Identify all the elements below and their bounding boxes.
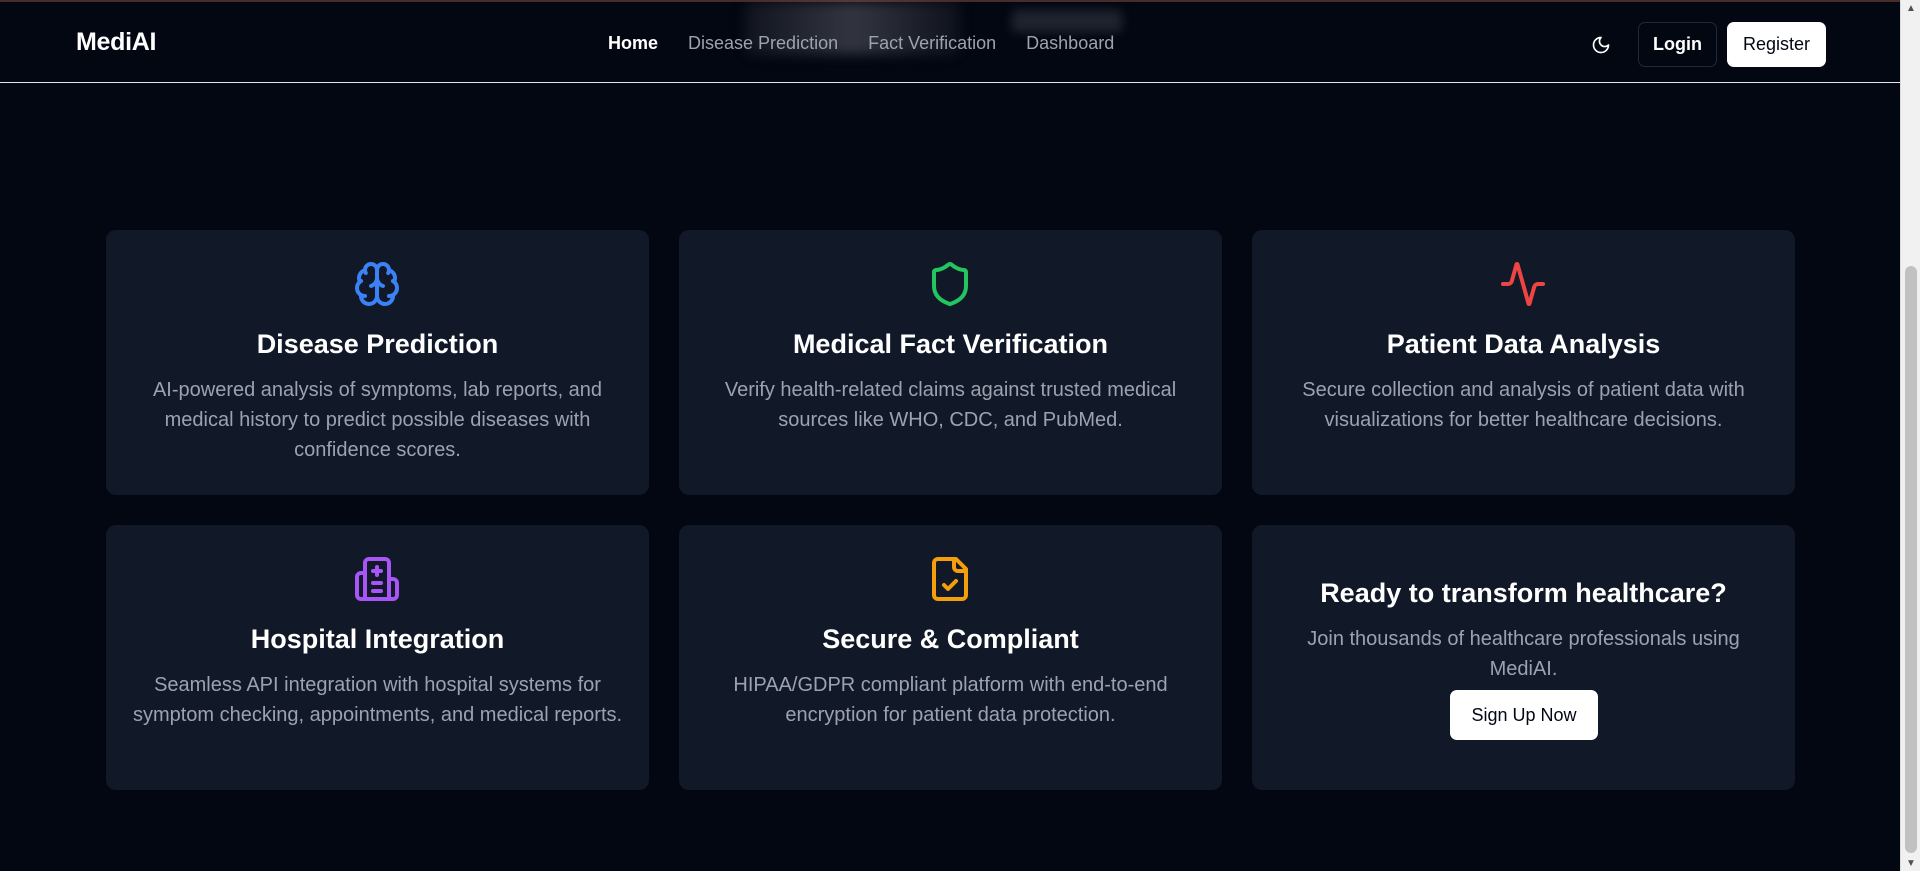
cta-description: Join thousands of healthcare professiona… bbox=[1307, 628, 1740, 680]
card-title: Disease Prediction bbox=[256, 329, 499, 359]
card-description: Seamless API integration with hospital s… bbox=[132, 674, 623, 726]
card-description: Verify health-related claims against tru… bbox=[724, 379, 1177, 431]
hospital-icon bbox=[355, 557, 399, 601]
moon-icon bbox=[1592, 36, 1610, 54]
sign-up-button[interactable]: Sign Up Now bbox=[1450, 690, 1598, 740]
cta-title: Ready to transform healthcare? bbox=[1320, 578, 1727, 608]
card-description: HIPAA/GDPR compliant platform with end-t… bbox=[733, 674, 1168, 726]
brain-icon bbox=[355, 262, 399, 306]
nav-disease-prediction[interactable]: Disease Prediction bbox=[688, 33, 838, 54]
shield-icon bbox=[932, 262, 968, 307]
login-button[interactable]: Login bbox=[1638, 22, 1717, 67]
feature-card-patient-data-analysis: Patient Data Analysis Secure collection … bbox=[1252, 230, 1795, 495]
feature-card-hospital-integration: Hospital Integration Seamless API integr… bbox=[106, 525, 649, 790]
register-button[interactable]: Register bbox=[1727, 22, 1826, 67]
brand-logo[interactable]: MediAI bbox=[76, 28, 156, 57]
blurred-overlay-secondary bbox=[1012, 10, 1122, 32]
theme-toggle-button[interactable] bbox=[1586, 30, 1616, 60]
card-title: Patient Data Analysis bbox=[1386, 329, 1661, 359]
card-title: Secure & Compliant bbox=[822, 624, 1079, 654]
nav-home[interactable]: Home bbox=[608, 33, 658, 54]
card-description: Secure collection and analysis of patien… bbox=[1302, 379, 1745, 431]
cta-card: Ready to transform healthcare? Join thou… bbox=[1252, 525, 1795, 790]
page: MediAI Home Disease Prediction Fact Veri… bbox=[0, 0, 1920, 871]
file-check-icon bbox=[932, 557, 968, 601]
page-scrollbar[interactable]: ▲ ▼ bbox=[1900, 0, 1920, 871]
feature-card-fact-verification: Medical Fact Verification Verify health-… bbox=[679, 230, 1222, 495]
scroll-down-arrow-icon[interactable]: ▼ bbox=[1901, 855, 1920, 871]
card-title: Hospital Integration bbox=[250, 624, 505, 654]
activity-icon bbox=[1501, 262, 1545, 306]
feature-card-secure-compliant: Secure & Compliant HIPAA/GDPR compliant … bbox=[679, 525, 1222, 790]
main-nav: Home Disease Prediction Fact Verificatio… bbox=[608, 33, 1114, 54]
nav-dashboard[interactable]: Dashboard bbox=[1026, 33, 1114, 54]
card-title: Medical Fact Verification bbox=[792, 329, 1109, 359]
feature-card-disease-prediction: Disease Prediction AI-powered analysis o… bbox=[106, 230, 649, 495]
site-header: MediAI Home Disease Prediction Fact Veri… bbox=[0, 0, 1900, 83]
scrollbar-thumb[interactable] bbox=[1905, 266, 1917, 853]
nav-fact-verification[interactable]: Fact Verification bbox=[868, 33, 996, 54]
card-description: AI-powered analysis of symptoms, lab rep… bbox=[152, 379, 603, 461]
scroll-up-arrow-icon[interactable]: ▲ bbox=[1901, 0, 1920, 16]
